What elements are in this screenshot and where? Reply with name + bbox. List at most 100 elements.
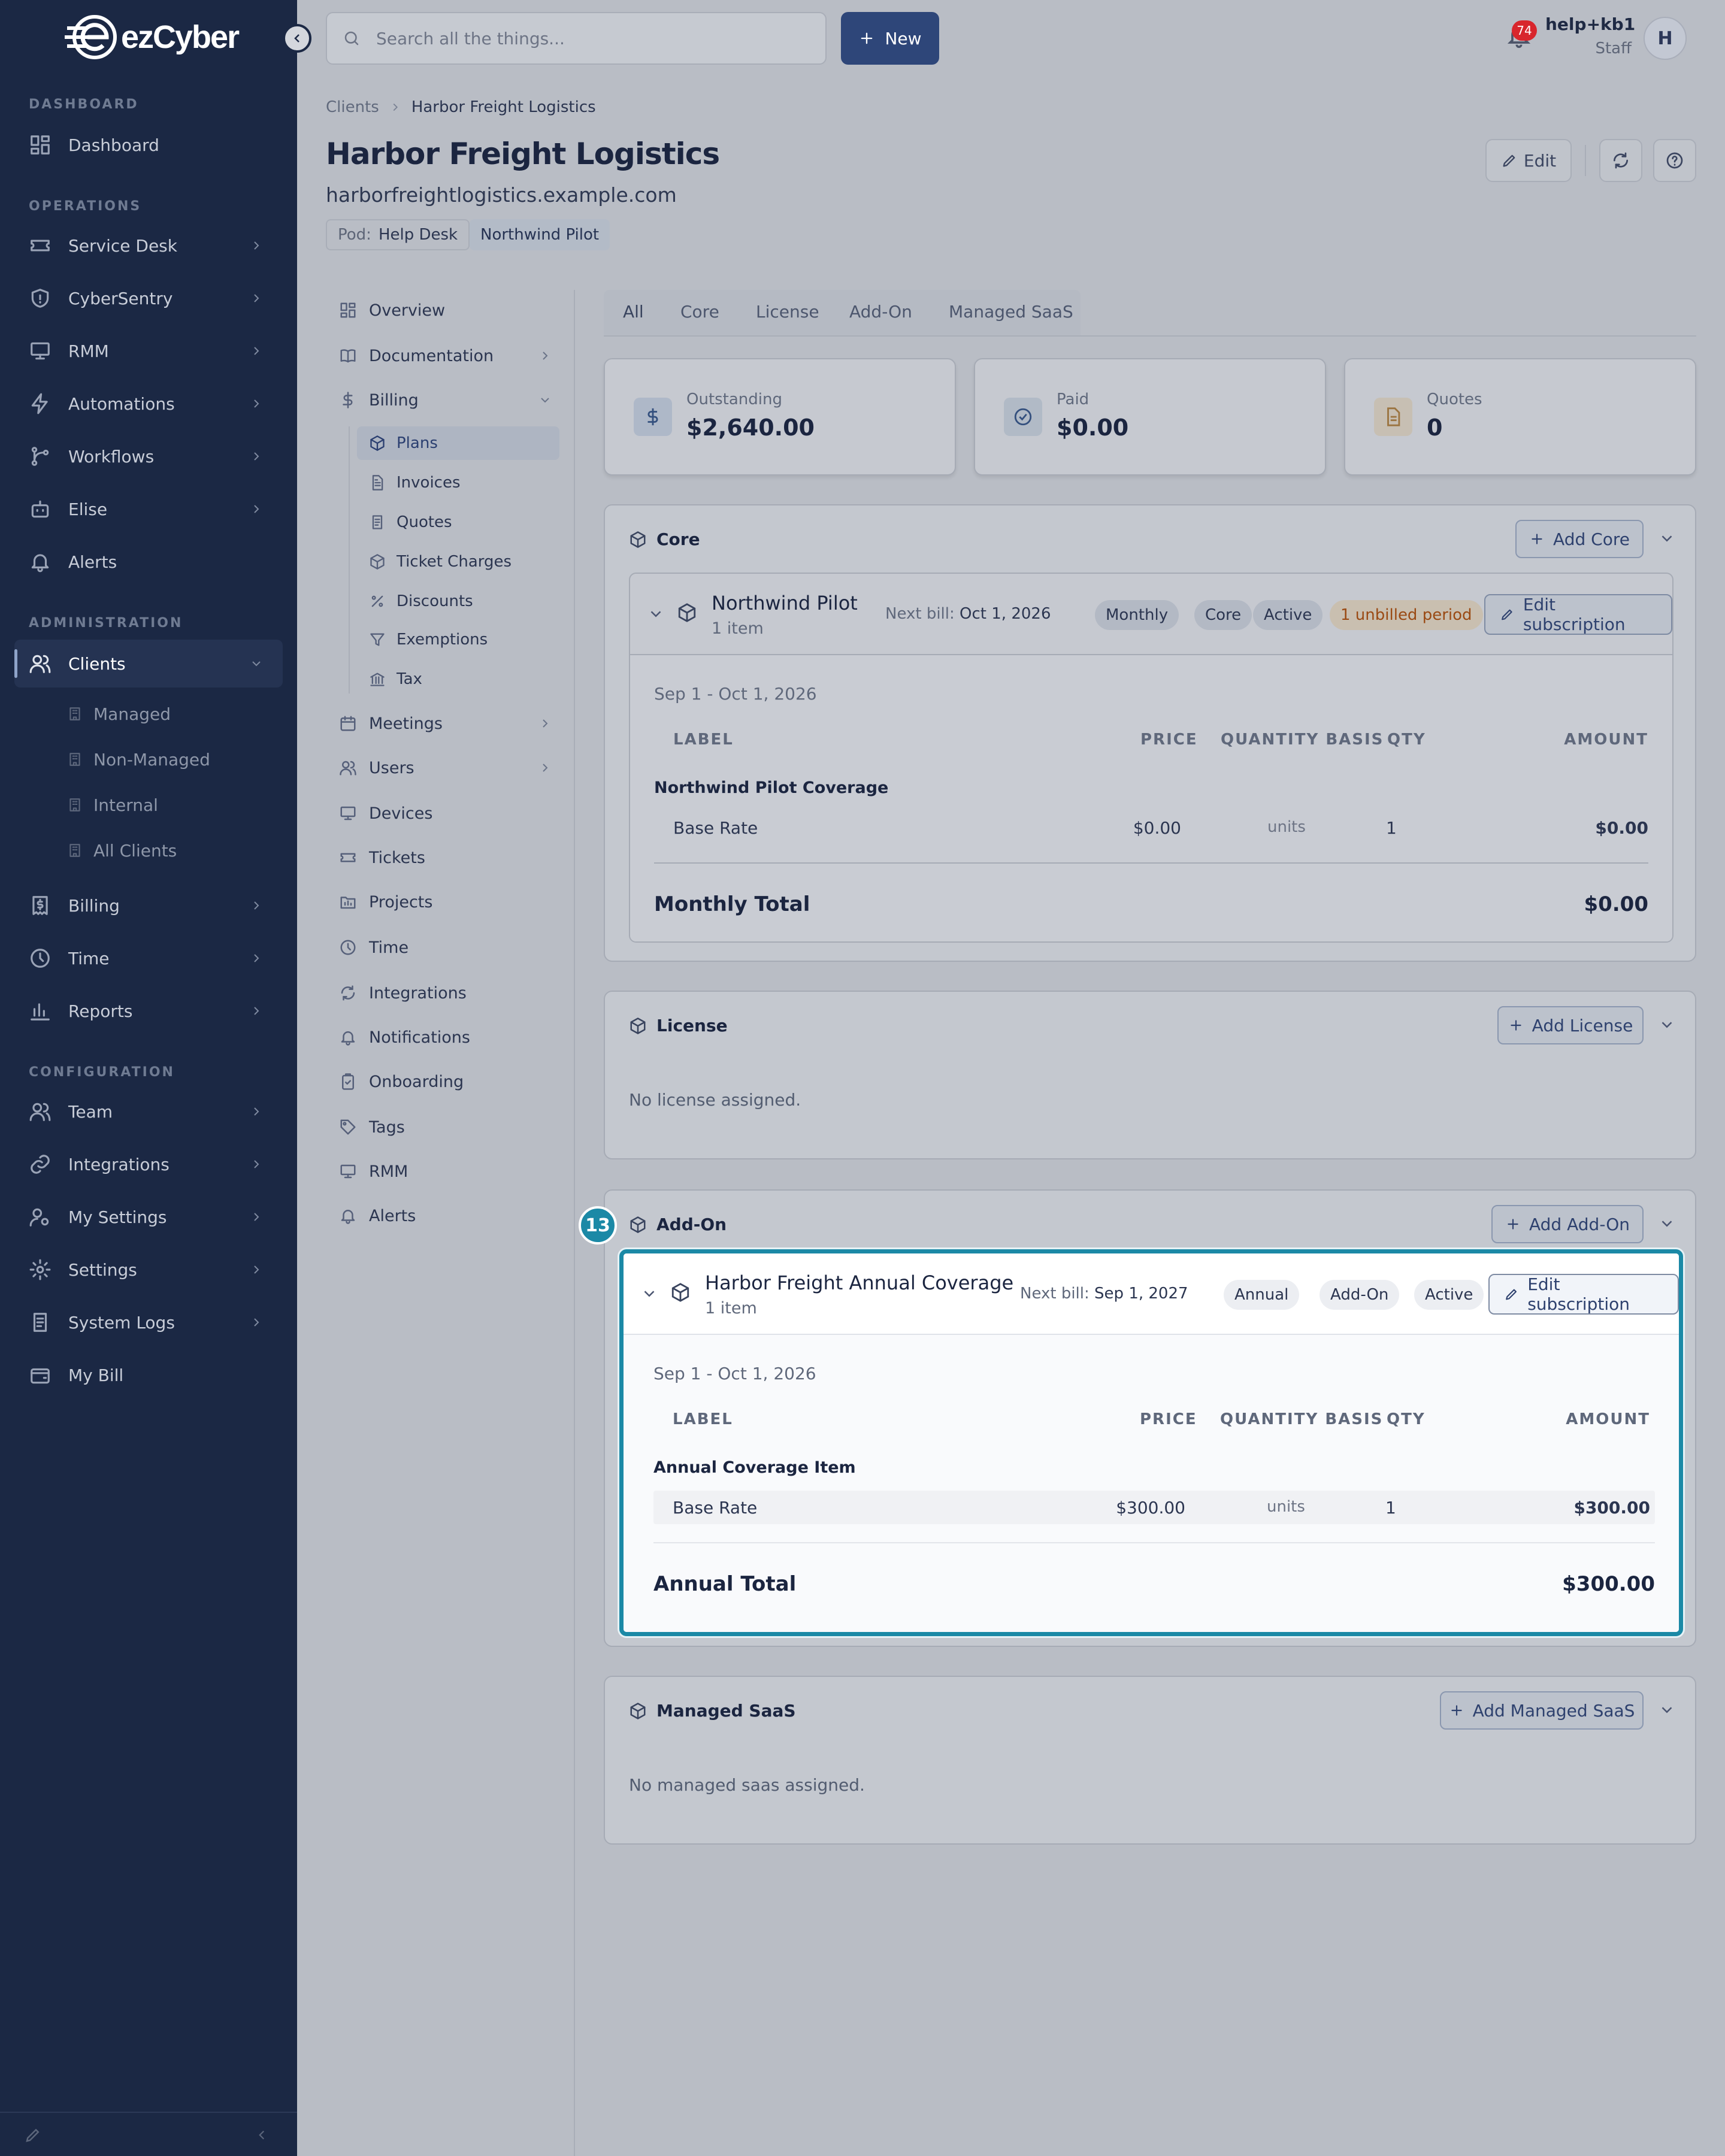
subnav-billing[interactable]: Billing xyxy=(339,381,549,419)
tab-license[interactable]: License xyxy=(756,302,819,322)
add-managed-saas-button[interactable]: Add Managed SaaS xyxy=(1440,1691,1644,1730)
tab-all[interactable]: All xyxy=(623,302,644,322)
sidebar-item-alerts[interactable]: Alerts xyxy=(14,538,283,586)
section-dashboard: DASHBOARD xyxy=(29,97,139,112)
chevron-right-icon xyxy=(254,954,259,962)
sidebar-subitem-internal[interactable]: Internal xyxy=(67,787,158,823)
avatar[interactable]: H xyxy=(1644,17,1687,60)
collapse-sidebar-icon[interactable] xyxy=(254,2127,270,2143)
edit-label: Edit xyxy=(1523,150,1557,171)
pod-chip: Pod: Help Desk xyxy=(326,219,470,250)
subnav-tickets[interactable]: Tickets xyxy=(339,838,425,877)
subnav-overview[interactable]: Overview xyxy=(339,291,445,329)
chevron-down-icon[interactable] xyxy=(1658,1215,1676,1233)
total-value: $0.00 xyxy=(1584,892,1648,916)
tab-core[interactable]: Core xyxy=(680,302,719,322)
subnav-billing-discounts[interactable]: Discounts xyxy=(357,585,559,618)
brand-logo[interactable]: ezCyber xyxy=(65,13,240,61)
subnav-billing-tax[interactable]: Tax xyxy=(357,662,559,696)
sidebar-item-my-settings[interactable]: My Settings xyxy=(14,1193,283,1241)
section-operations: OPERATIONS xyxy=(29,199,142,214)
subnav-meetings[interactable]: Meetings xyxy=(339,704,548,743)
subnav-label: Exemptions xyxy=(397,631,488,649)
subnav-time[interactable]: Time xyxy=(339,928,408,967)
sidebar-item-reports[interactable]: Reports xyxy=(14,987,283,1035)
subnav-notifications[interactable]: Notifications xyxy=(339,1018,470,1056)
sidebar-subitem-managed[interactable]: Managed xyxy=(67,696,171,732)
bank-icon xyxy=(370,673,385,686)
sidebar-item-time[interactable]: Time xyxy=(14,934,283,982)
chevron-down-icon[interactable] xyxy=(1658,1701,1676,1719)
subnav-devices[interactable]: Devices xyxy=(339,794,432,832)
sidebar-item-settings[interactable]: Settings xyxy=(14,1246,283,1294)
sidebar-item-billing[interactable]: Billing xyxy=(14,882,283,929)
chevron-down-icon[interactable] xyxy=(647,605,665,623)
sidebar-item-dashboard[interactable]: Dashboard xyxy=(14,121,283,169)
subnav-billing-ticket-charges[interactable]: Ticket Charges xyxy=(357,545,559,579)
add-core-button[interactable]: Add Core xyxy=(1515,520,1644,558)
edit-client-button[interactable]: Edit xyxy=(1485,139,1572,182)
sidebar-item-service-desk[interactable]: Service Desk xyxy=(14,222,283,270)
cube-icon xyxy=(370,554,385,570)
subnav-label: Tax xyxy=(397,670,422,688)
edit-subscription-button[interactable]: Edit subscription xyxy=(1488,1274,1679,1315)
sidebar-item-cybersentry[interactable]: CyberSentry xyxy=(14,274,283,322)
sidebar-item-team[interactable]: Team xyxy=(14,1088,283,1135)
subnav-users[interactable]: Users xyxy=(339,749,548,787)
refresh-icon xyxy=(341,985,355,1001)
core-section-card: Core Add Core Northwind Pilot 1 item Nex… xyxy=(604,504,1696,962)
status-badge: Active xyxy=(1253,600,1323,630)
chevron-right-icon xyxy=(254,505,259,513)
subnav-billing-quotes[interactable]: Quotes xyxy=(357,505,559,539)
chevron-down-icon[interactable] xyxy=(640,1285,658,1303)
new-button[interactable]: New xyxy=(841,12,939,65)
subnav-onboarding[interactable]: Onboarding xyxy=(339,1062,464,1101)
chevron-down-icon[interactable] xyxy=(1658,529,1676,547)
tab-add-on[interactable]: Add-On xyxy=(849,302,912,322)
status-badge: Monthly xyxy=(1095,600,1179,630)
sidebar-subitem-all-clients[interactable]: All Clients xyxy=(67,832,177,868)
subnav-alerts[interactable]: Alerts xyxy=(339,1197,416,1235)
sidebar-item-label: Workflows xyxy=(68,446,155,467)
add-managed-saas-label: Add Managed SaaS xyxy=(1472,1700,1635,1721)
subnav-projects[interactable]: Projects xyxy=(339,883,432,921)
collapse-sidebar-button[interactable] xyxy=(283,24,311,53)
subnav-label: Projects xyxy=(369,892,433,912)
search-input[interactable]: Search all the things... xyxy=(326,12,827,65)
sidebar-item-automations[interactable]: Automations xyxy=(14,380,283,428)
sidebar-item-workflows[interactable]: Workflows xyxy=(14,432,283,480)
column-quantity-basis: QUANTITY BASIS xyxy=(1220,1410,1384,1428)
chevron-right-icon xyxy=(254,1318,259,1327)
pencil-icon[interactable] xyxy=(24,2126,42,2144)
help-button[interactable] xyxy=(1653,139,1696,182)
row-price: $0.00 xyxy=(1133,818,1181,838)
sidebar-item-rmm[interactable]: RMM xyxy=(14,327,283,375)
subnav-tags[interactable]: Tags xyxy=(339,1108,405,1146)
subnav-documentation[interactable]: Documentation xyxy=(339,337,548,375)
subnav-billing-exemptions[interactable]: Exemptions xyxy=(357,623,559,656)
sidebar-item-elise[interactable]: Elise xyxy=(14,485,283,533)
sidebar-item-integrations[interactable]: Integrations xyxy=(14,1140,283,1188)
sidebar-item-system-logs[interactable]: System Logs xyxy=(14,1298,283,1346)
sidebar-item-label: Reports xyxy=(68,1001,133,1021)
managed-saas-empty-message: No managed saas assigned. xyxy=(629,1775,865,1795)
edit-subscription-button[interactable]: Edit subscription xyxy=(1484,594,1672,635)
sidebar-item-label: My Settings xyxy=(68,1207,167,1227)
subnav-rmm[interactable]: RMM xyxy=(339,1152,408,1191)
sidebar-subitem-non-managed[interactable]: Non-Managed xyxy=(67,741,210,777)
add-license-button[interactable]: Add License xyxy=(1497,1006,1644,1044)
sidebar-item-my-bill[interactable]: My Bill xyxy=(14,1351,283,1399)
chevron-down-icon[interactable] xyxy=(1658,1016,1676,1034)
sidebar-item-clients[interactable]: Clients xyxy=(14,640,283,688)
total-value: $300.00 xyxy=(1562,1572,1655,1596)
tab-managed-saas[interactable]: Managed SaaS xyxy=(949,302,1073,322)
add-addon-button[interactable]: Add Add-On xyxy=(1491,1205,1644,1243)
refresh-button[interactable] xyxy=(1599,139,1642,182)
subnav-billing-invoices[interactable]: Invoices xyxy=(357,466,559,499)
next-bill-date: Oct 1, 2026 xyxy=(960,605,1051,623)
breadcrumb-clients-link[interactable]: Clients xyxy=(326,98,379,116)
bell-icon xyxy=(31,554,49,573)
line-item-group: Northwind Pilot Coverage xyxy=(654,779,889,797)
subnav-integrations[interactable]: Integrations xyxy=(339,974,467,1012)
subnav-billing-plans[interactable]: Plans xyxy=(357,426,559,460)
